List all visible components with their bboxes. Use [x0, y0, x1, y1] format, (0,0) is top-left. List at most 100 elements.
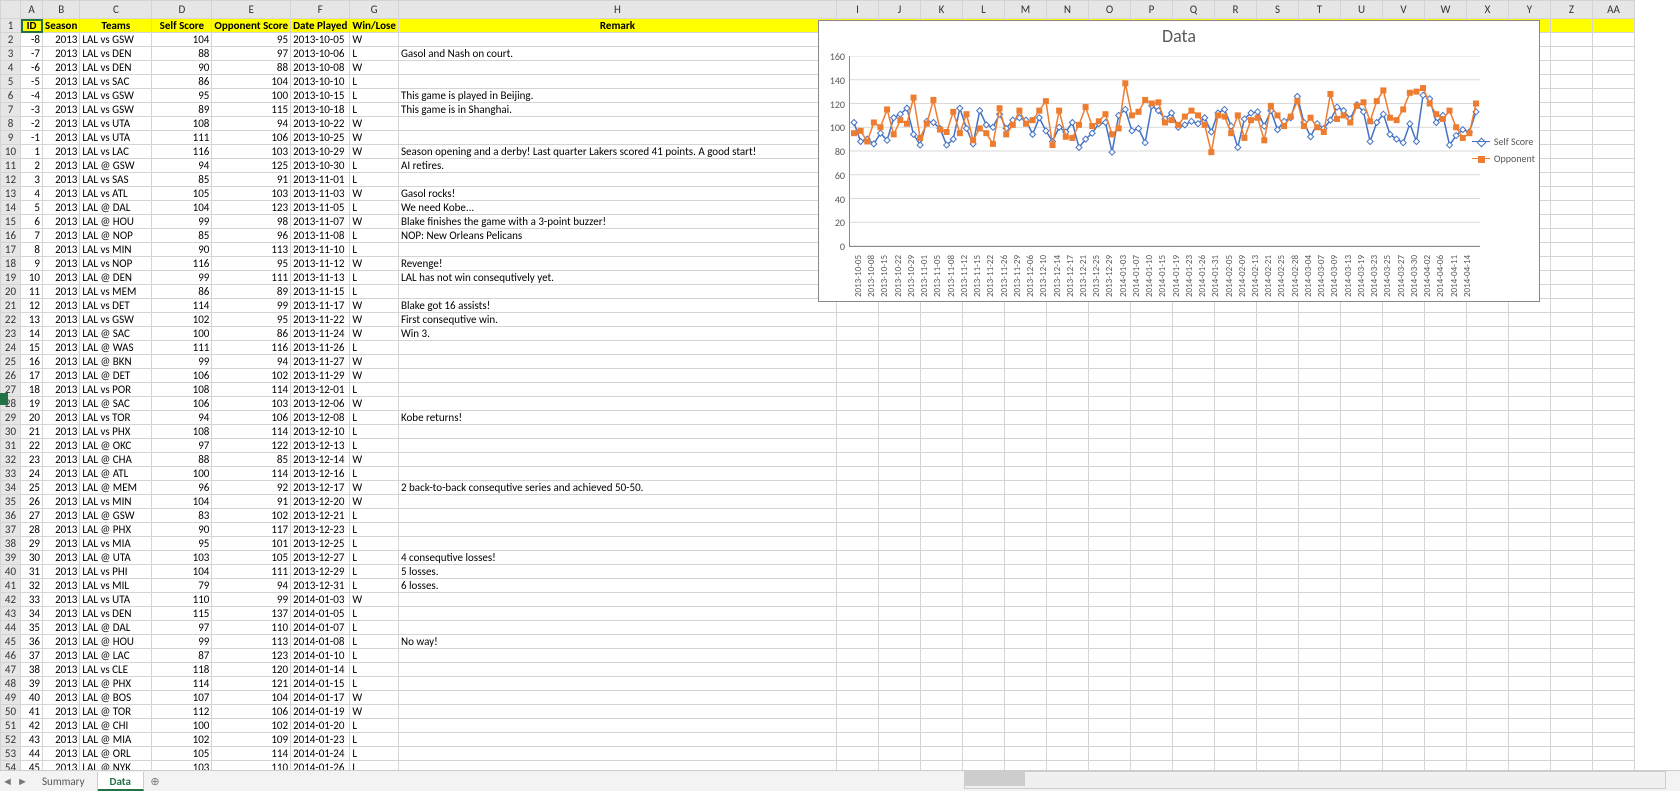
cell[interactable] — [1004, 481, 1046, 495]
cell[interactable] — [1172, 341, 1214, 355]
cell[interactable] — [920, 425, 962, 439]
cell[interactable]: 2013 — [43, 271, 80, 285]
cell[interactable] — [1340, 327, 1382, 341]
cell[interactable]: 6 losses. — [398, 579, 836, 593]
cell[interactable] — [1340, 453, 1382, 467]
cell[interactable] — [1088, 621, 1130, 635]
cell[interactable]: LAL has not win consequtively yet. — [398, 271, 836, 285]
cell[interactable] — [1340, 383, 1382, 397]
cell[interactable]: 2013-11-13 — [291, 271, 350, 285]
cell[interactable] — [1004, 719, 1046, 733]
cell[interactable]: 2013 — [43, 89, 80, 103]
cell[interactable]: 2013-10-05 — [291, 33, 350, 47]
cell[interactable] — [1424, 747, 1466, 761]
cell[interactable] — [1088, 579, 1130, 593]
cell[interactable]: 2013-11-10 — [291, 243, 350, 257]
cell[interactable] — [1172, 481, 1214, 495]
cell[interactable] — [1550, 467, 1592, 481]
cell[interactable] — [1508, 621, 1550, 635]
cell[interactable]: 2013-10-29 — [291, 145, 350, 159]
cell[interactable] — [1466, 425, 1508, 439]
cell[interactable] — [1424, 649, 1466, 663]
cell[interactable]: 2013-12-17 — [291, 481, 350, 495]
cell[interactable] — [398, 341, 836, 355]
cell[interactable] — [1424, 565, 1466, 579]
cell[interactable] — [1592, 159, 1634, 173]
cell[interactable] — [1004, 747, 1046, 761]
cell[interactable] — [962, 677, 1004, 691]
row-header-16[interactable]: 16 — [1, 229, 21, 243]
cell[interactable] — [1592, 425, 1634, 439]
cell[interactable] — [878, 537, 920, 551]
cell[interactable]: 115 — [212, 103, 291, 117]
cell[interactable]: 98 — [212, 215, 291, 229]
cell[interactable]: 13 — [21, 313, 43, 327]
cell[interactable] — [920, 719, 962, 733]
cell[interactable]: L — [350, 719, 399, 733]
cell[interactable] — [1298, 327, 1340, 341]
cell[interactable]: 2013 — [43, 467, 80, 481]
cell[interactable] — [878, 621, 920, 635]
cell[interactable] — [1046, 635, 1088, 649]
cell[interactable]: 29 — [21, 537, 43, 551]
cell[interactable] — [1046, 649, 1088, 663]
cell[interactable]: 15 — [21, 341, 43, 355]
cell[interactable] — [1592, 565, 1634, 579]
cell[interactable] — [920, 593, 962, 607]
cell[interactable] — [1508, 481, 1550, 495]
cell[interactable]: 2013 — [43, 173, 80, 187]
row-header-5[interactable]: 5 — [1, 75, 21, 89]
cell[interactable] — [1046, 369, 1088, 383]
cell[interactable] — [836, 509, 878, 523]
cell[interactable] — [1256, 495, 1298, 509]
cell[interactable] — [1550, 733, 1592, 747]
cell[interactable] — [920, 691, 962, 705]
cell[interactable] — [1298, 453, 1340, 467]
cell[interactable]: 2013-10-08 — [291, 61, 350, 75]
cell[interactable] — [398, 733, 836, 747]
cell[interactable]: 2013-12-01 — [291, 383, 350, 397]
col-header-C[interactable]: C — [80, 1, 152, 19]
cell[interactable] — [1592, 19, 1634, 33]
cell[interactable] — [1508, 355, 1550, 369]
cell[interactable] — [1592, 397, 1634, 411]
cell[interactable]: LAL vs SAC — [80, 75, 152, 89]
cell[interactable] — [1046, 663, 1088, 677]
cell[interactable] — [1172, 565, 1214, 579]
cell[interactable] — [1508, 719, 1550, 733]
cell[interactable]: 2013 — [43, 453, 80, 467]
cell[interactable] — [962, 719, 1004, 733]
cell[interactable] — [1130, 593, 1172, 607]
cell[interactable]: LAL vs PHX — [80, 425, 152, 439]
cell[interactable] — [1298, 579, 1340, 593]
cell[interactable]: L — [350, 439, 399, 453]
cell[interactable] — [1466, 369, 1508, 383]
cell[interactable] — [1382, 327, 1424, 341]
cell[interactable]: 110 — [212, 621, 291, 635]
cell[interactable] — [1088, 509, 1130, 523]
cell[interactable]: L — [350, 75, 399, 89]
cell[interactable]: 40 — [21, 691, 43, 705]
cell[interactable] — [962, 481, 1004, 495]
cell[interactable] — [1130, 509, 1172, 523]
cell[interactable]: 2013 — [43, 663, 80, 677]
cell[interactable] — [1256, 579, 1298, 593]
cell[interactable] — [1592, 257, 1634, 271]
cell[interactable] — [1088, 411, 1130, 425]
cell[interactable]: 2014-01-23 — [291, 733, 350, 747]
select-all-cell[interactable] — [1, 1, 21, 19]
cell[interactable] — [878, 663, 920, 677]
cell[interactable]: LAL vs GSW — [80, 103, 152, 117]
cell[interactable]: -7 — [21, 47, 43, 61]
cell[interactable]: 100 — [152, 719, 212, 733]
col-header-J[interactable]: J — [878, 1, 920, 19]
cell[interactable] — [1298, 733, 1340, 747]
cell[interactable]: LAL vs ATL — [80, 187, 152, 201]
cell[interactable] — [1592, 383, 1634, 397]
cell[interactable] — [920, 607, 962, 621]
cell[interactable]: 2013-10-30 — [291, 159, 350, 173]
cell[interactable] — [1382, 383, 1424, 397]
cell[interactable] — [1172, 327, 1214, 341]
cell[interactable] — [1046, 691, 1088, 705]
cell[interactable]: We need Kobe... — [398, 201, 836, 215]
